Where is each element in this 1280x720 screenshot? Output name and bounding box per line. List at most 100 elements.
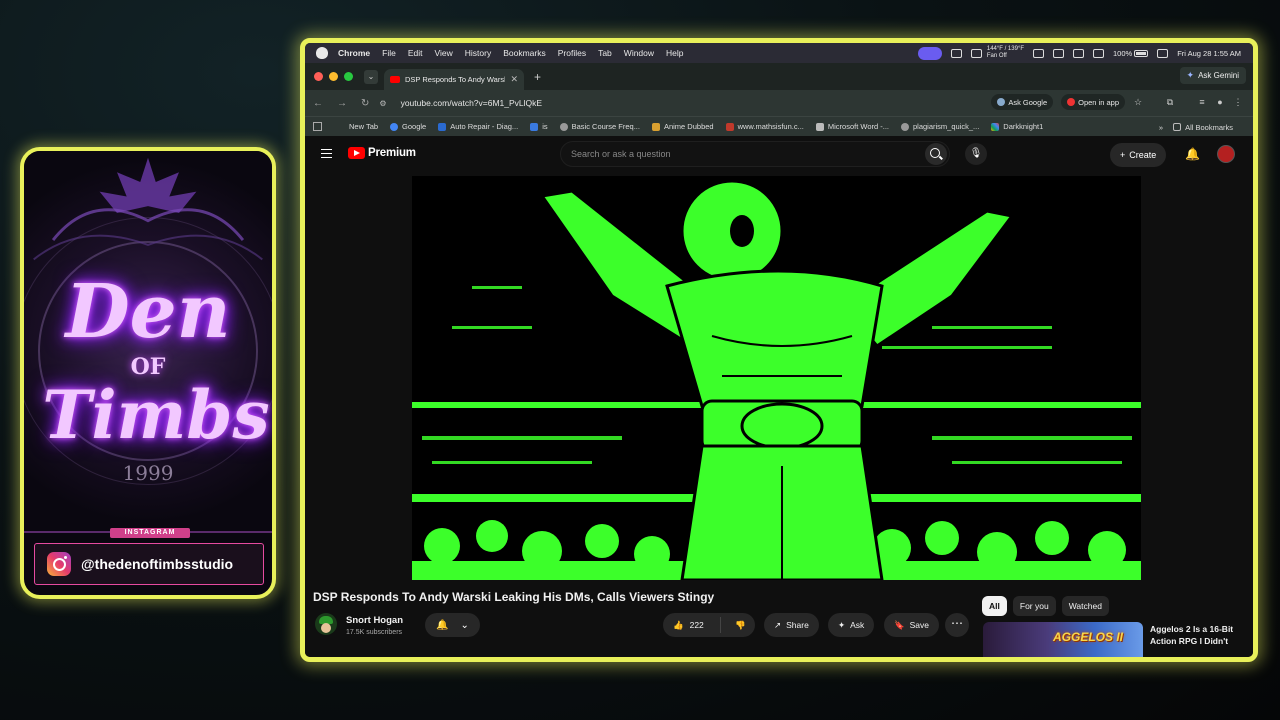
bookmark-anime-dubbed[interactable]: Anime Dubbed (651, 122, 714, 131)
share-button[interactable]: ↗ Share (764, 613, 819, 637)
bookmark-star-icon[interactable]: ☆ (1133, 97, 1143, 107)
more-bookmarks-chevron-icon[interactable]: » (1159, 123, 1163, 132)
video-title: DSP Responds To Andy Warski Leaking His … (313, 590, 715, 604)
apps-grid-icon[interactable] (313, 122, 322, 131)
extensions-icon[interactable]: ⧉ (1165, 97, 1175, 107)
menu-history[interactable]: History (465, 48, 491, 58)
menu-window[interactable]: Window (624, 48, 654, 58)
link-icon[interactable] (1093, 48, 1105, 58)
reload-icon[interactable]: ↻ (361, 98, 369, 109)
menu-edit[interactable]: Edit (408, 48, 423, 58)
back-arrow-icon[interactable]: ← (313, 98, 323, 109)
recommendation-filter-chips: All For you Watched (982, 596, 1109, 616)
thumbs-down-icon: 👎 (735, 619, 746, 630)
dislike-button[interactable]: 👎 (726, 620, 755, 631)
battery-status[interactable]: 100% (1113, 49, 1149, 58)
site-icon (725, 122, 734, 131)
bookmark-is[interactable]: is (530, 122, 548, 131)
crown-ornament-icon (33, 157, 263, 261)
screen-record-icon[interactable] (917, 46, 942, 60)
recommended-video-thumbnail[interactable]: AGGELOS II (983, 622, 1143, 657)
all-bookmarks-folder[interactable]: All Bookmarks (1173, 123, 1233, 132)
bookmark-mathsisfun[interactable]: www.mathsisfun.c... (725, 122, 804, 131)
more-actions-icon[interactable]: ⋯ (945, 613, 969, 637)
ask-label: Ask (850, 620, 865, 630)
ask-gemini-label: Ask Gemini (1198, 71, 1239, 80)
minimize-window-icon[interactable] (329, 72, 338, 81)
bookmark-label: Auto Repair - Diag... (450, 122, 519, 131)
profile-avatar-icon[interactable]: ● (1215, 97, 1225, 107)
microphone-icon[interactable]: 🎙 (965, 143, 987, 165)
bookmark-label: Anime Dubbed (663, 122, 714, 131)
site-info-icon[interactable]: ⚙ (379, 99, 386, 108)
menubar-datetime[interactable]: Fri Aug 28 1:55 AM (1177, 49, 1241, 58)
instagram-badge: INSTAGRAM (110, 528, 190, 538)
notifications-bell-icon[interactable]: 🔔 (1185, 147, 1200, 161)
menu-view[interactable]: View (434, 48, 452, 58)
chip-all[interactable]: All (982, 596, 1007, 616)
browser-toolbar: ← → ↻ ⚙ youtube.com/watch?v=6M1_PvLlQkE … (305, 90, 1253, 116)
like-button[interactable]: 👍 222 (663, 617, 721, 633)
macos-menubar: Chrome File Edit View History Bookmarks … (305, 43, 1253, 63)
bookmark-google[interactable]: Google (390, 122, 426, 131)
youtube-logo[interactable]: Premium (348, 147, 416, 159)
close-window-icon[interactable] (314, 72, 323, 81)
zoom-window-icon[interactable] (344, 72, 353, 81)
menubar-status-area: 144°F / 139°F Fan Off 100% Fri Aug 28 1:… (917, 43, 1241, 63)
account-avatar[interactable] (1217, 145, 1235, 163)
bell-icon: 🔔 (436, 619, 449, 631)
clock-icon[interactable] (1053, 48, 1065, 58)
app-icon (1067, 98, 1076, 106)
temperature-readout[interactable]: 144°F / 139°F Fan Off (987, 46, 1024, 60)
search-icon[interactable] (925, 143, 947, 165)
new-tab-icon[interactable]: + (534, 70, 541, 84)
audio-bars-icon[interactable] (950, 48, 962, 58)
subscription-bell-button[interactable]: 🔔 ⌄ (425, 613, 480, 637)
promo-title-den: Den (65, 269, 231, 355)
active-tab[interactable]: DSP Responds To Andy Warski ✕ (384, 69, 524, 90)
search-input[interactable]: Search or ask a question (560, 141, 950, 167)
create-button[interactable]: + Create (1110, 143, 1167, 167)
video-player[interactable] (412, 176, 1141, 580)
user-icon[interactable] (1073, 48, 1085, 58)
ask-google-chip[interactable]: Ask Google (991, 94, 1054, 110)
forward-arrow-icon[interactable]: → (337, 98, 347, 109)
bookmark-plagiarism[interactable]: plagiarism_quick_... (901, 122, 979, 131)
bookmark-auto-repair[interactable]: Auto Repair - Diag... (438, 122, 518, 131)
save-button[interactable]: 🔖 Save (884, 613, 939, 637)
channel-avatar[interactable] (315, 613, 337, 635)
site-icon (438, 122, 447, 131)
menu-tab[interactable]: Tab (598, 48, 612, 58)
kebab-menu-icon[interactable]: ⋮ (1233, 97, 1243, 107)
tab-close-icon[interactable]: ✕ (510, 74, 518, 85)
bookmark-darkknight[interactable]: Darkknight1 (991, 122, 1043, 131)
media-controls-icon[interactable]: ≡ (1197, 97, 1207, 107)
chip-watched[interactable]: Watched (1061, 596, 1109, 616)
menu-file[interactable]: File (382, 48, 396, 58)
display-icon[interactable] (1033, 48, 1045, 58)
hamburger-menu-icon[interactable] (321, 149, 332, 158)
youtube-page: Premium Search or ask a question 🎙 + Cre… (305, 136, 1253, 657)
channel-name[interactable]: Snort Hogan (346, 615, 403, 626)
ask-gemini-button[interactable]: ✦ Ask Gemini (1179, 67, 1246, 84)
menu-app-name[interactable]: Chrome (338, 48, 370, 58)
bookmark-microsoft-word[interactable]: Microsoft Word -... (815, 122, 889, 131)
bookmark-new-tab[interactable]: New Tab (349, 122, 378, 131)
chip-for-you[interactable]: For you (1012, 596, 1056, 616)
menu-bookmarks[interactable]: Bookmarks (503, 48, 546, 58)
tab-search-chevron-icon[interactable]: ⌄ (364, 69, 378, 84)
url-field[interactable]: youtube.com/watch?v=6M1_PvLlQkE (401, 98, 543, 108)
lens-icon (997, 98, 1006, 106)
recommended-video-title[interactable]: Aggelos 2 Is a 16-Bit Action RPG I Didn'… (1150, 623, 1250, 647)
youtube-premium-label: Premium (368, 147, 416, 159)
apple-icon[interactable] (316, 47, 328, 59)
save-label: Save (909, 620, 929, 630)
menu-help[interactable]: Help (666, 48, 683, 58)
grid-dots-icon[interactable] (970, 48, 982, 58)
open-in-app-chip[interactable]: Open in app (1061, 94, 1125, 110)
bookmark-basic-course[interactable]: Basic Course Freq... (559, 122, 640, 131)
ask-button[interactable]: ✦ Ask (828, 613, 875, 637)
youtube-favicon-icon (390, 76, 400, 83)
menu-profiles[interactable]: Profiles (558, 48, 586, 58)
control-center-icon[interactable] (1157, 48, 1169, 58)
